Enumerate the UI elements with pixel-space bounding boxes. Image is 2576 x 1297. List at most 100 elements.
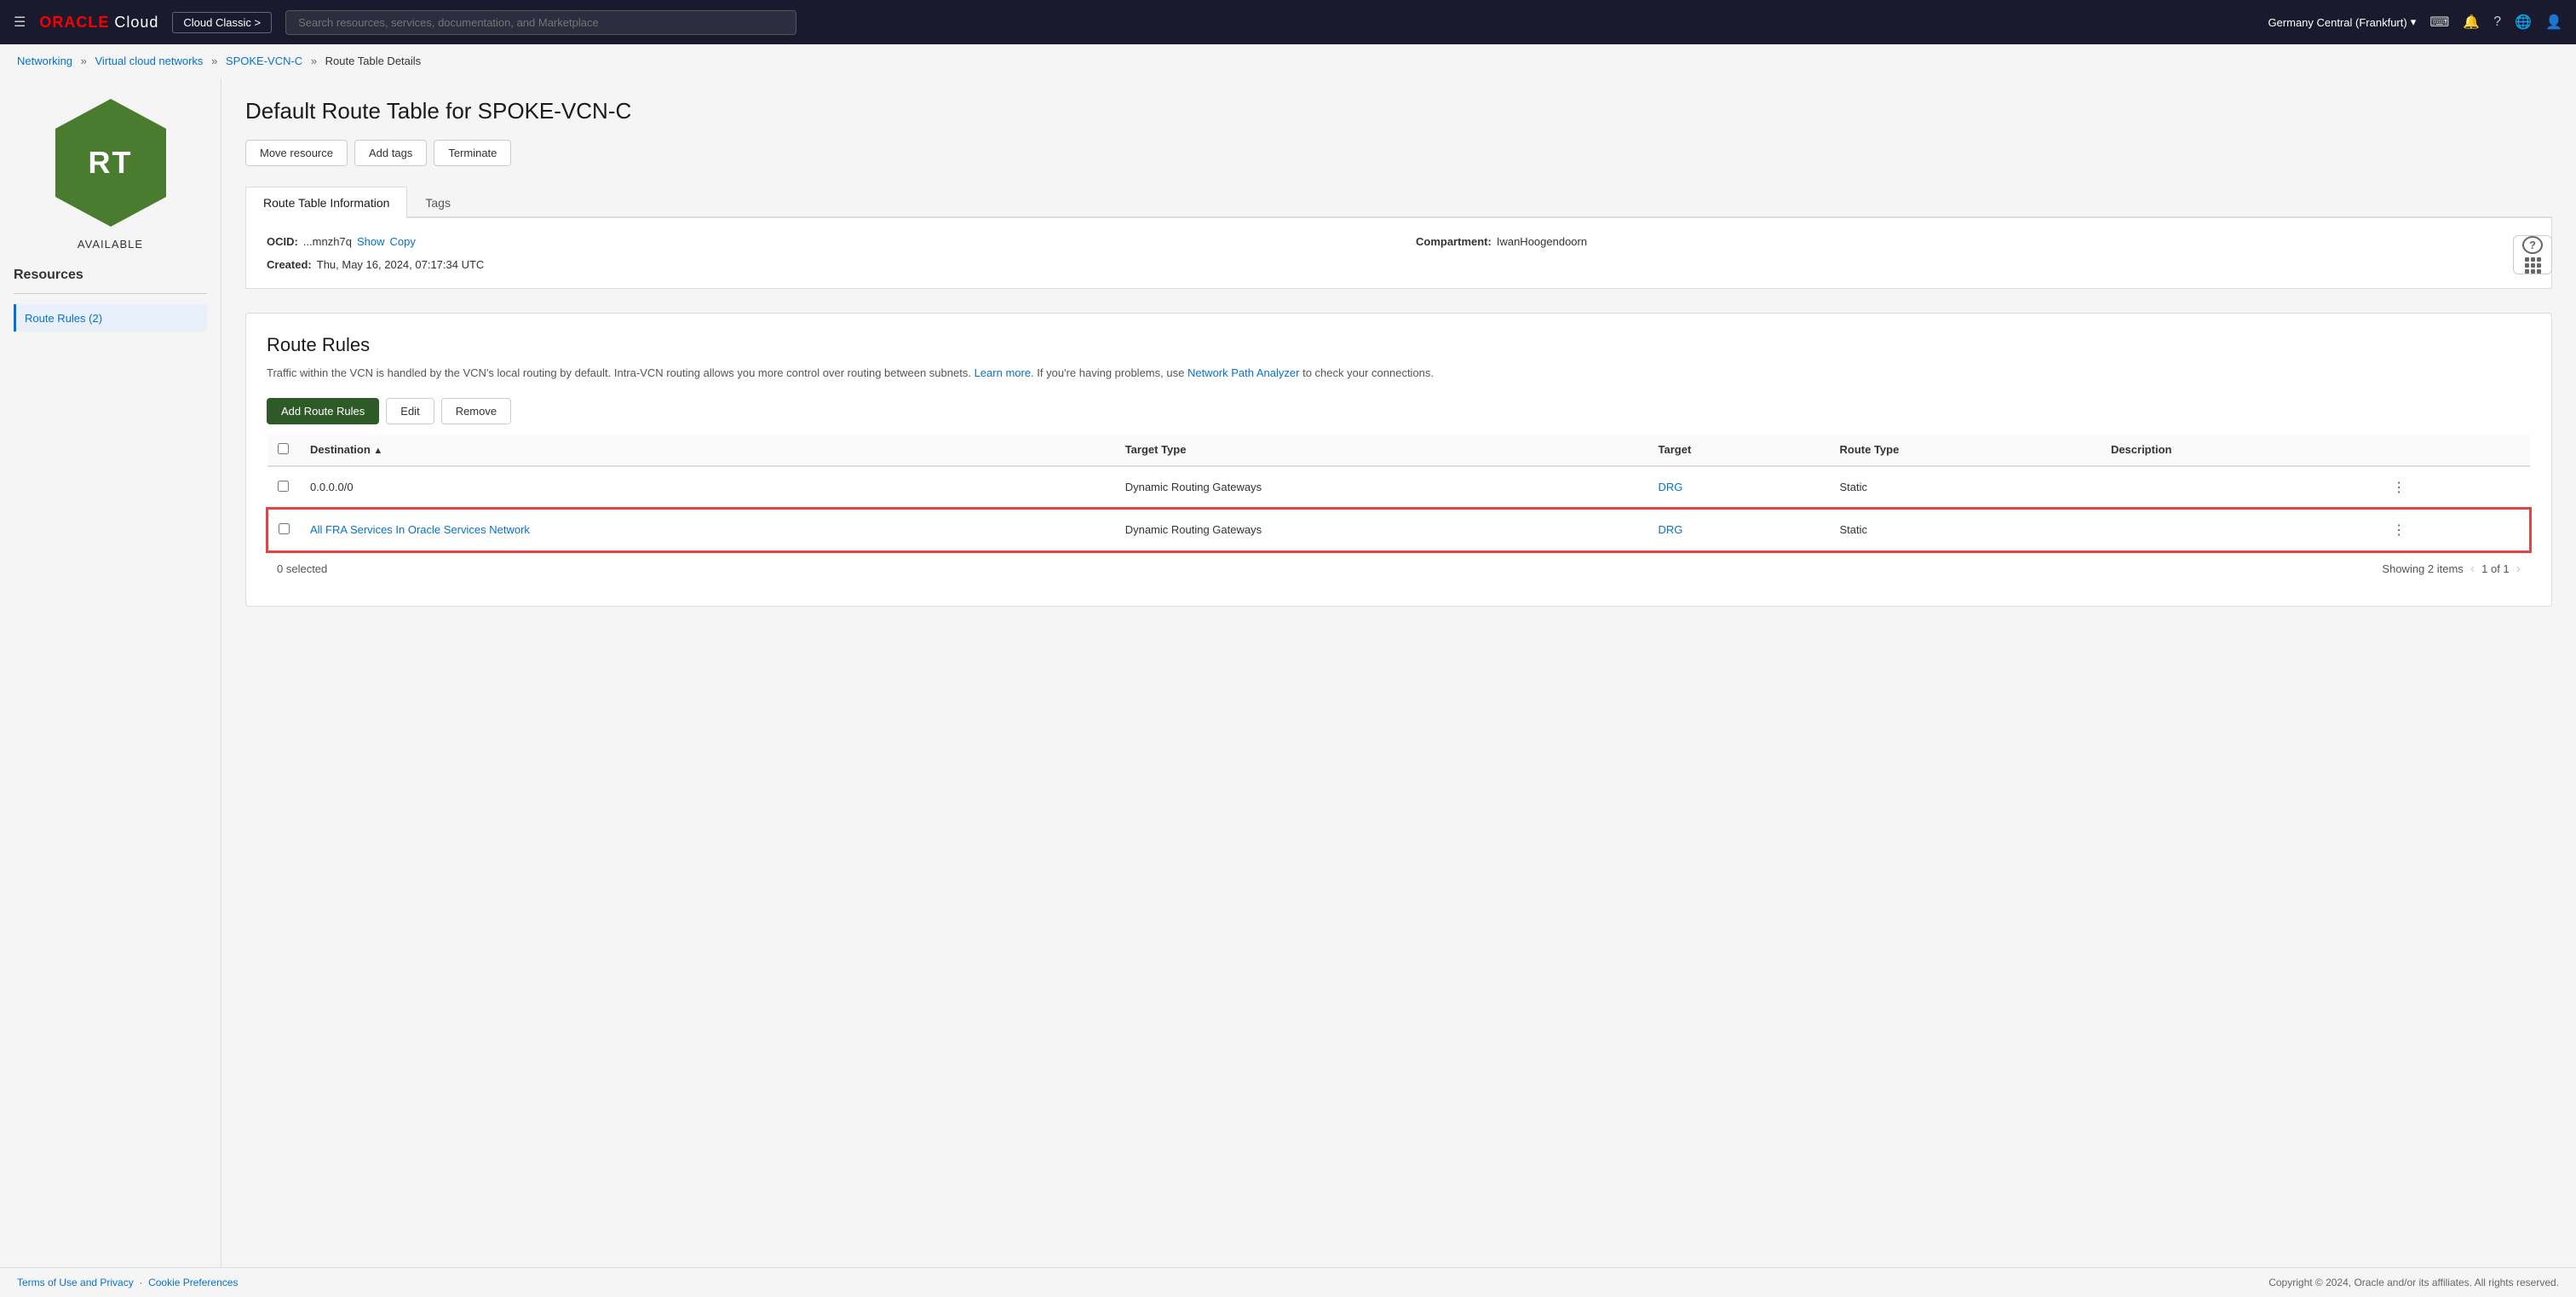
region-selector[interactable]: Germany Central (Frankfurt) ▾ [2268, 15, 2416, 29]
help-icon[interactable]: ? [2493, 14, 2501, 30]
route-rules-section: Route Rules Traffic within the VCN is ha… [245, 313, 2552, 607]
row2-target-link[interactable]: DRG [1659, 523, 1683, 536]
ocid-value: ...mnzh7q [303, 235, 352, 248]
region-label: Germany Central (Frankfurt) [2268, 16, 2406, 29]
compartment-value: IwanHoogendoorn [1497, 235, 1587, 248]
remove-button[interactable]: Remove [441, 398, 511, 424]
bell-icon[interactable]: 🔔 [2463, 14, 2480, 31]
info-panel: OCID: ...mnzh7q Show Copy Compartment: I… [245, 218, 2552, 289]
desc-text-2: If you're having problems, use [1037, 366, 1184, 379]
breadcrumb-sep-3: » [311, 55, 320, 67]
header-destination: Destination ▲ [300, 435, 1115, 466]
sidebar-item-route-rules[interactable]: Route Rules (2) [14, 304, 207, 331]
move-resource-button[interactable]: Move resource [245, 140, 348, 166]
header-checkbox-cell [267, 435, 300, 466]
row2-checkbox[interactable] [279, 523, 290, 534]
row1-checkbox[interactable] [278, 481, 289, 492]
ocid-show-link[interactable]: Show [357, 235, 385, 248]
cookies-link[interactable]: Cookie Preferences [148, 1277, 238, 1288]
row2-destination-link[interactable]: All FRA Services In Oracle Services Netw… [310, 523, 530, 536]
breadcrumb-spoke[interactable]: SPOKE-VCN-C [226, 55, 302, 67]
code-icon[interactable]: ⌨ [2429, 14, 2449, 31]
row2-checkbox-cell [267, 509, 300, 551]
page-footer: Terms of Use and Privacy · Cookie Prefer… [0, 1267, 2576, 1297]
chevron-down-icon: ▾ [2411, 15, 2417, 29]
resources-section: Resources Route Rules (2) [14, 268, 207, 331]
terms-link[interactable]: Terms of Use and Privacy [17, 1277, 134, 1288]
showing-label: Showing 2 items [2382, 562, 2463, 575]
row1-target: DRG [1648, 466, 1830, 509]
header-target-type: Target Type [1115, 435, 1648, 466]
row2-route-type: Static [1830, 509, 2101, 551]
route-rules-title: Route Rules [267, 334, 2531, 356]
compartment-row: Compartment: IwanHoogendoorn [1416, 235, 2531, 248]
table-row: All FRA Services In Oracle Services Netw… [267, 509, 2530, 551]
main-content: Default Route Table for SPOKE-VCN-C Move… [221, 78, 2576, 1267]
table-header-row: Destination ▲ Target Type Target Route T… [267, 435, 2530, 466]
sort-arrow-icon: ▲ [373, 446, 382, 456]
help-grid-icon [2525, 257, 2541, 274]
next-page-button[interactable]: › [2516, 562, 2521, 577]
header-actions [2377, 435, 2530, 466]
selected-count: 0 selected [277, 562, 327, 575]
network-path-analyzer-link[interactable]: Network Path Analyzer [1187, 366, 1300, 379]
row1-ellipsis-button[interactable]: ⋮ [2387, 477, 2411, 498]
row1-destination: 0.0.0.0/0 [300, 466, 1115, 509]
header-route-type: Route Type [1830, 435, 2101, 466]
created-value: Thu, May 16, 2024, 07:17:34 UTC [317, 258, 485, 271]
table-footer: 0 selected Showing 2 items ‹ 1 of 1 › [267, 552, 2531, 585]
table-actions: Add Route Rules Edit Remove [267, 398, 2531, 424]
oracle-logo: ORACLE Cloud [39, 14, 158, 32]
select-all-checkbox[interactable] [278, 443, 289, 454]
hamburger-icon[interactable]: ☰ [14, 14, 26, 31]
pagination: Showing 2 items ‹ 1 of 1 › [2382, 562, 2521, 577]
cloud-classic-button[interactable]: Cloud Classic > [172, 12, 272, 33]
brand: ORACLE Cloud [39, 14, 158, 32]
content-area: RT AVAILABLE Resources Route Rules (2) D… [0, 78, 2576, 1267]
ocid-row: OCID: ...mnzh7q Show Copy [267, 235, 1382, 248]
route-rules-description: Traffic within the VCN is handled by the… [267, 365, 2531, 383]
tab-route-info[interactable]: Route Table Information [245, 187, 407, 218]
prev-page-button[interactable]: ‹ [2470, 562, 2475, 577]
help-widget[interactable]: ? [2513, 235, 2552, 274]
row2-target: DRG [1648, 509, 1830, 551]
row1-actions: ⋮ [2377, 466, 2530, 509]
terminate-button[interactable]: Terminate [434, 140, 511, 166]
learn-more-link[interactable]: Learn more. [975, 366, 1034, 379]
add-route-rules-button[interactable]: Add Route Rules [267, 398, 379, 424]
row1-target-link[interactable]: DRG [1659, 481, 1683, 493]
tab-tags[interactable]: Tags [407, 187, 469, 218]
header-description: Description [2101, 435, 2377, 466]
hexagon: RT [51, 95, 170, 231]
ocid-label: OCID: [267, 235, 298, 248]
navbar: ☰ ORACLE Cloud Cloud Classic > Germany C… [0, 0, 2576, 44]
search-input[interactable] [285, 10, 796, 35]
table-row: 0.0.0.0/0 Dynamic Routing Gateways DRG S… [267, 466, 2530, 509]
row2-target-type: Dynamic Routing Gateways [1115, 509, 1648, 551]
row1-target-type: Dynamic Routing Gateways [1115, 466, 1648, 509]
globe-icon[interactable]: 🌐 [2515, 14, 2532, 31]
breadcrumb-networking[interactable]: Networking [17, 55, 72, 67]
breadcrumb: Networking » Virtual cloud networks » SP… [0, 44, 2576, 78]
rt-hex-container: RT AVAILABLE [14, 95, 207, 251]
edit-button[interactable]: Edit [386, 398, 434, 424]
breadcrumb-vcn[interactable]: Virtual cloud networks [95, 55, 204, 67]
desc-text-3: to check your connections. [1302, 366, 1434, 379]
resources-title: Resources [14, 268, 207, 283]
page-wrapper: Networking » Virtual cloud networks » SP… [0, 44, 2576, 1297]
navbar-right: Germany Central (Frankfurt) ▾ ⌨ 🔔 ? 🌐 👤 [2268, 14, 2562, 31]
page-title: Default Route Table for SPOKE-VCN-C [245, 98, 2552, 124]
row2-ellipsis-button[interactable]: ⋮ [2387, 520, 2411, 540]
created-row: Created: Thu, May 16, 2024, 07:17:34 UTC [267, 258, 1382, 271]
row2-destination: All FRA Services In Oracle Services Netw… [300, 509, 1115, 551]
left-panel: RT AVAILABLE Resources Route Rules (2) [0, 78, 221, 1267]
page-info: 1 of 1 [2481, 562, 2510, 575]
user-icon[interactable]: 👤 [2545, 14, 2562, 31]
add-tags-button[interactable]: Add tags [354, 140, 427, 166]
hexagon-label: RT [89, 145, 133, 181]
row2-actions: ⋮ [2377, 509, 2530, 551]
row1-checkbox-cell [267, 466, 300, 509]
route-rules-link[interactable]: Route Rules (2) [25, 312, 102, 325]
tabs: Route Table Information Tags [245, 187, 2552, 218]
ocid-copy-link[interactable]: Copy [389, 235, 415, 248]
